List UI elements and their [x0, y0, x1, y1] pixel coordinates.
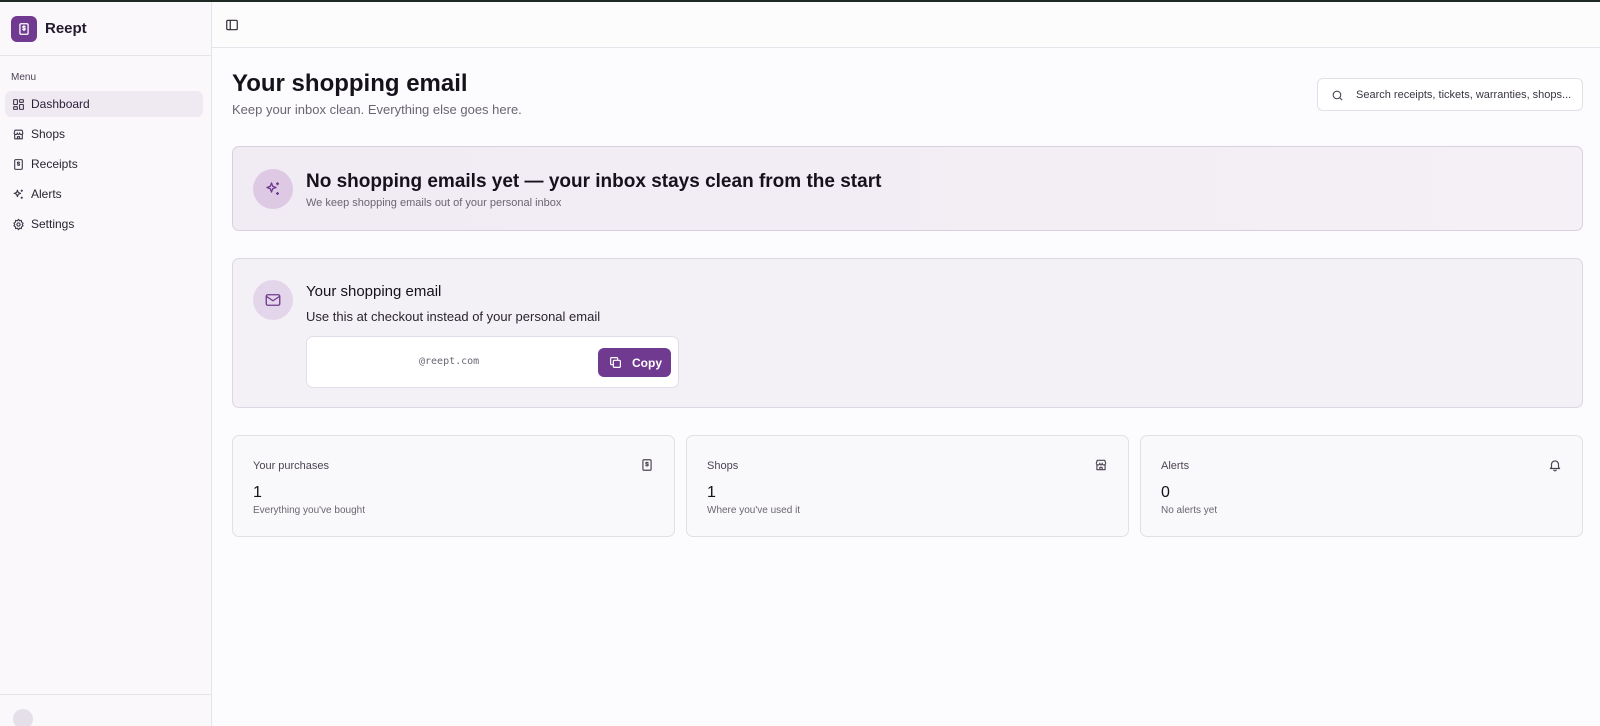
receipt-icon — [640, 458, 654, 472]
dashboard-icon — [12, 98, 25, 111]
copy-icon — [609, 356, 622, 369]
topbar — [212, 2, 1600, 48]
page-subtitle: Keep your inbox clean. Everything else g… — [232, 102, 522, 117]
stat-value: 1 — [707, 484, 716, 501]
bell-icon — [1548, 458, 1562, 472]
gear-icon — [12, 217, 25, 231]
sidebar-item-settings[interactable]: Settings — [5, 211, 203, 237]
stat-card-alerts[interactable]: Alerts 0 No alerts yet — [1140, 435, 1583, 537]
stat-card-purchases[interactable]: Your purchases 1 Everything you've bough… — [232, 435, 675, 537]
email-address-box: @reept.com Copy — [306, 336, 679, 388]
shopping-email-card: Your shopping email Use this at checkout… — [232, 258, 1583, 408]
stat-description: Where you've used it — [707, 505, 801, 516]
brand[interactable]: Reept — [0, 2, 211, 56]
sparkles-icon — [12, 188, 25, 201]
search-input[interactable] — [1356, 85, 1578, 105]
empty-state-banner: No shopping emails yet — your inbox stay… — [232, 146, 1583, 231]
sidebar-item-label: Receipts — [31, 157, 78, 171]
sidebar-item-label: Shops — [31, 127, 66, 141]
receipt-logo-icon — [11, 15, 37, 42]
email-card-title: Your shopping email — [306, 283, 442, 300]
search-icon — [1331, 89, 1344, 102]
sidebar-footer — [0, 694, 211, 726]
copy-button-label: Copy — [632, 355, 662, 370]
stat-description: No alerts yet — [1161, 505, 1218, 516]
sidebar-item-alerts[interactable]: Alerts — [5, 181, 203, 207]
sidebar-item-receipts[interactable]: Receipts — [5, 151, 203, 177]
app-name: Reept — [45, 20, 87, 37]
stat-label: Alerts — [1161, 460, 1190, 472]
stat-label: Your purchases — [253, 460, 330, 472]
store-icon — [12, 128, 25, 141]
email-address[interactable]: @reept.com — [419, 356, 479, 367]
store-icon — [1094, 458, 1108, 472]
mail-icon — [253, 280, 293, 320]
sidebar-nav: Dashboard Shops Receipts Alerts Settings — [0, 91, 211, 237]
page-title: Your shopping email — [232, 70, 468, 97]
stat-description: Everything you've bought — [253, 505, 365, 516]
menu-label: Menu — [11, 72, 37, 83]
search-box[interactable] — [1317, 78, 1583, 111]
banner-subtitle: We keep shopping emails out of your pers… — [306, 197, 562, 209]
copy-button[interactable]: Copy — [598, 348, 671, 377]
avatar[interactable] — [13, 709, 33, 726]
stat-value: 1 — [253, 484, 262, 501]
sidebar-item-label: Settings — [31, 217, 75, 231]
sparkles-icon — [253, 169, 293, 209]
stat-card-shops[interactable]: Shops 1 Where you've used it — [686, 435, 1129, 537]
sidebar-item-dashboard[interactable]: Dashboard — [5, 91, 203, 117]
email-card-subtitle: Use this at checkout instead of your per… — [306, 309, 601, 324]
receipt-icon — [12, 158, 25, 171]
sidebar-item-label: Alerts — [31, 187, 62, 201]
stat-value: 0 — [1161, 484, 1170, 501]
banner-title: No shopping emails yet — your inbox stay… — [306, 171, 882, 192]
sidebar-item-label: Dashboard — [31, 97, 90, 111]
sidebar-toggle-icon[interactable] — [225, 18, 239, 32]
stat-label: Shops — [707, 460, 739, 472]
sidebar: Reept Menu Dashboard Shops Receipts Aler… — [0, 2, 212, 726]
sidebar-item-shops[interactable]: Shops — [5, 121, 203, 147]
